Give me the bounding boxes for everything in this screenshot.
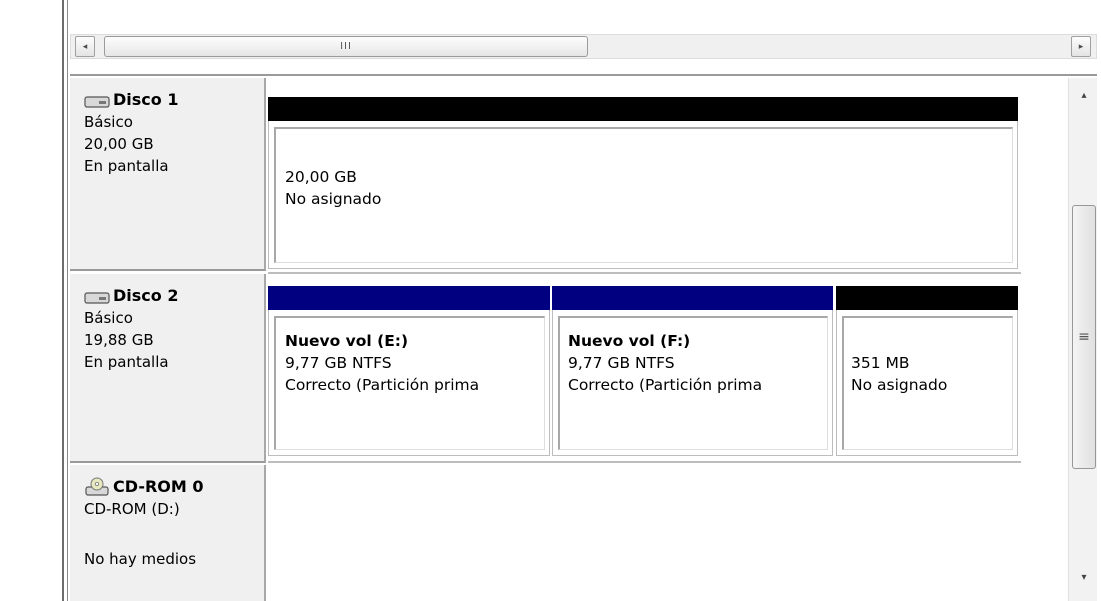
disk-type: Básico [84, 113, 133, 131]
disk-type: Básico [84, 309, 133, 327]
disk-drive-icon [84, 93, 111, 108]
partition-size: 351 MB [851, 354, 910, 372]
arrow-left-icon: ◂ [82, 41, 88, 52]
disk-1-label[interactable]: Disco 1 Básico 20,00 GB En pantalla [70, 78, 266, 271]
disk-size: 19,88 GB [84, 331, 154, 349]
grip-icon: ≡ [1078, 329, 1090, 345]
vertical-scrollbar[interactable]: ▴ ≡ ▾ [1068, 78, 1097, 601]
disk-status: En pantalla [84, 157, 169, 175]
pane-divider [70, 74, 1097, 76]
arrow-right-icon: ▸ [1078, 41, 1084, 52]
disk-size: 20,00 GB [84, 135, 154, 153]
cdrom-0-label[interactable]: CD-ROM 0 CD-ROM (D:) No hay medios [70, 465, 266, 601]
partition-unallocated[interactable]: 20,00 GB No asignado [268, 97, 1018, 271]
partition-color-bar [836, 286, 1018, 310]
partition-color-bar [268, 97, 1018, 121]
row-divider [268, 272, 1021, 274]
grip-icon: III [340, 41, 352, 52]
partition-color-bar [552, 286, 833, 310]
horizontal-scrollbar[interactable]: ◂ III ▸ [70, 34, 1097, 59]
partition-volume-f[interactable]: Nuevo vol (F:) 9,77 GB NTFS Correcto (Pa… [552, 286, 833, 458]
partition-title: Nuevo vol (F:) [568, 332, 691, 350]
disk-name: CD-ROM 0 [113, 477, 204, 496]
disk-drive-icon [84, 289, 111, 304]
partition-status: Correcto (Partición prima [568, 376, 763, 394]
disk-2-label[interactable]: Disco 2 Básico 19,88 GB En pantalla [70, 274, 266, 463]
horizontal-scroll-thumb[interactable]: III [104, 36, 588, 57]
partition-volume-e[interactable]: Nuevo vol (E:) 9,77 GB NTFS Correcto (Pa… [268, 286, 550, 458]
partition-status: Correcto (Partición prima [285, 376, 480, 394]
window-frame-line [62, 0, 64, 601]
scroll-down-button[interactable]: ▾ [1073, 566, 1095, 588]
row-divider [268, 461, 1021, 463]
scroll-right-button[interactable]: ▸ [1071, 36, 1091, 57]
disk-name: Disco 2 [113, 286, 179, 305]
window-frame-line [67, 0, 68, 601]
partition-unallocated-351[interactable]: 351 MB No asignado [836, 286, 1018, 458]
partition-title: Nuevo vol (E:) [285, 332, 409, 350]
partition-status: No asignado [851, 376, 948, 394]
vertical-scroll-thumb[interactable]: ≡ [1072, 205, 1096, 469]
arrow-up-icon: ▴ [1081, 89, 1087, 101]
cdrom-drive-icon [84, 477, 111, 497]
partition-size: 9,77 GB NTFS [568, 354, 675, 372]
disk-name: Disco 1 [113, 90, 179, 109]
disk-status: No hay medios [84, 550, 197, 568]
disk-status: En pantalla [84, 353, 169, 371]
scroll-up-button[interactable]: ▴ [1073, 84, 1095, 106]
disk-type: CD-ROM (D:) [84, 500, 180, 518]
partition-color-bar [268, 286, 550, 310]
partition-status: No asignado [285, 190, 382, 208]
arrow-down-icon: ▾ [1081, 571, 1087, 583]
scroll-left-button[interactable]: ◂ [75, 36, 95, 57]
partition-size: 20,00 GB [285, 168, 357, 186]
partition-size: 9,77 GB NTFS [285, 354, 392, 372]
